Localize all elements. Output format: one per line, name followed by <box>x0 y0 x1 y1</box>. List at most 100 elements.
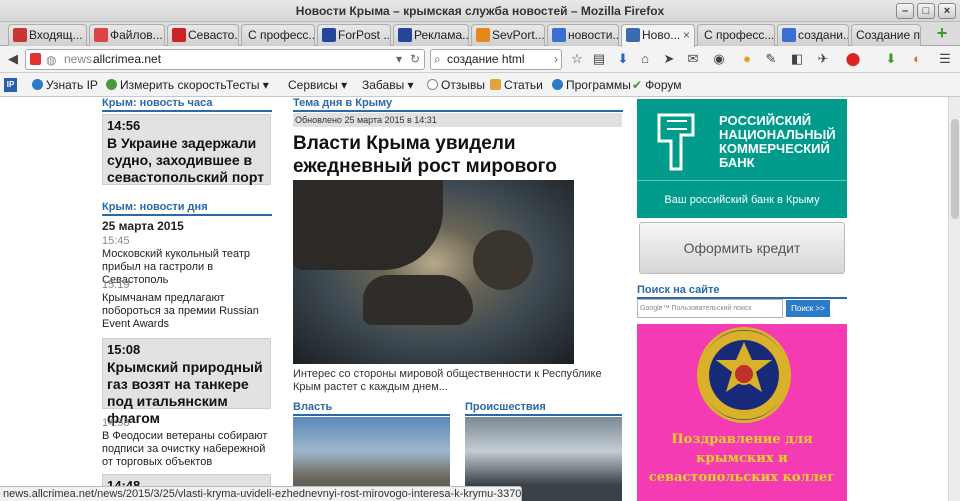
tab-9-active[interactable]: Ново... × <box>621 24 695 47</box>
mail-icon[interactable]: ✉ <box>682 49 704 69</box>
vertical-scrollbar[interactable] <box>948 97 960 501</box>
hour-news-header[interactable]: Крым: новость часа <box>102 97 272 112</box>
bookmarks-icon[interactable]: ▤ <box>588 49 610 69</box>
tab-strip: Входящ... Файлов... Севасто... С професс… <box>0 22 960 47</box>
bank-slogan: Ваш российский банк в Крыму <box>664 194 820 206</box>
tab-3[interactable]: Севасто... <box>167 24 239 46</box>
dropdown-arrow-icon[interactable]: ▾ <box>396 50 402 69</box>
star-icon[interactable]: ☆ <box>566 49 588 69</box>
addon-icon[interactable]: ◧ <box>786 49 808 69</box>
mail-icon <box>13 28 27 42</box>
new-tab-icon[interactable]: + <box>934 24 950 42</box>
tab-1[interactable]: Входящ... <box>8 24 87 46</box>
file-icon <box>94 28 108 42</box>
search-bar[interactable]: ⌕ создание html › <box>430 49 562 70</box>
news-time: 15:19 <box>102 279 130 291</box>
site-icon <box>626 28 640 42</box>
bookmark-fun[interactable]: Забавы ▾ <box>362 77 414 93</box>
addon-icon[interactable]: ✈ <box>812 49 834 69</box>
window-title: Новости Крыма – крымская служба новостей… <box>295 4 665 18</box>
day-news-header[interactable]: Крым: новости дня <box>102 201 272 216</box>
tab-5[interactable]: ForPost ... <box>317 24 391 46</box>
menu-icon[interactable]: ☰ <box>934 49 956 69</box>
highlight-news-time: 15:08 <box>107 342 141 357</box>
news-item[interactable]: Крымчанам предлагают побороться за преми… <box>102 292 272 331</box>
tab-8[interactable]: новости... <box>547 24 619 46</box>
tab-11[interactable]: создани... <box>777 24 849 46</box>
firefox-icon[interactable]: ◐ <box>906 49 928 69</box>
programs-icon <box>552 79 563 90</box>
site-search-input[interactable]: Google™ Пользовательский поиск <box>637 299 783 318</box>
pink-banner[interactable]: Поздравление для крымских и севастопольс… <box>637 324 847 501</box>
addon-icon <box>30 53 41 65</box>
hour-news-box[interactable]: 14:56 В Украине задержали судно, заходив… <box>102 114 271 185</box>
news-item[interactable]: В Феодосии ветераны собирают подписи за … <box>102 430 272 469</box>
article-image[interactable] <box>293 180 574 364</box>
section-power[interactable]: Власть <box>293 401 450 416</box>
tab-12[interactable]: Создание п... <box>851 24 921 46</box>
fox-icon[interactable]: ● <box>736 49 758 69</box>
search-go-icon[interactable]: › <box>554 50 558 69</box>
hour-news-title[interactable]: В Украине задержали судно, заходившее в … <box>107 135 269 186</box>
image-land <box>473 230 533 290</box>
hour-news-time: 14:56 <box>107 118 141 133</box>
back-icon[interactable]: ◀ <box>2 49 24 69</box>
globe-icon: ◍ <box>46 53 57 67</box>
highlight-news-box[interactable]: 15:08 Крымский природный газ возят на та… <box>102 338 271 426</box>
tab-4[interactable]: С професс... <box>241 24 315 46</box>
page-content: Крым: новость часа 14:56 В Украине задер… <box>0 97 948 501</box>
highlight-news-title[interactable]: Крымский природный газ возят на танкере … <box>107 359 269 427</box>
google-icon <box>782 28 796 42</box>
chevron-down-icon: ▾ <box>407 78 414 92</box>
minimize-button[interactable]: – <box>896 3 914 19</box>
updated-info: Обновлено 25 марта 2015 в 14:31 <box>293 113 622 127</box>
reload-icon[interactable]: ↻ <box>410 50 420 69</box>
close-button[interactable]: × <box>938 3 956 19</box>
sevport-icon <box>476 28 490 42</box>
bank-ad[interactable]: РОССИЙСКИЙ НАЦИОНАЛЬНЫЙ КОММЕРЧЕСКИЙ БАН… <box>637 99 847 218</box>
check-icon: ✔ <box>632 78 643 92</box>
url-bar[interactable]: ◍ news. allcrimea.net ▾ ↻ <box>25 49 425 70</box>
bookmark-reviews[interactable]: Отзывы <box>427 77 485 93</box>
bookmark-speed[interactable]: Измерить скорость <box>106 77 227 93</box>
tab-2[interactable]: Файлов... <box>89 24 165 46</box>
section-incidents[interactable]: Происшествия <box>465 401 622 416</box>
article-caption[interactable]: Интерес со стороны мировой общественност… <box>293 368 623 394</box>
site-icon <box>172 28 186 42</box>
news-time: 15:45 <box>102 235 130 247</box>
close-tab-icon[interactable]: × <box>683 25 690 45</box>
tab-10[interactable]: С професс... <box>697 24 775 46</box>
bookmark-articles[interactable]: Статьи <box>490 77 543 93</box>
bookmark-ip[interactable]: Узнать IP <box>32 77 98 93</box>
forpost-icon <box>322 28 336 42</box>
pink-banner-text: Поздравление для крымских и севастопольс… <box>648 432 836 485</box>
chevron-down-icon: ▾ <box>341 78 348 92</box>
home-icon[interactable]: ⌂ <box>634 49 656 69</box>
reviews-icon <box>427 79 438 90</box>
image-land <box>293 180 443 270</box>
navigation-bar: ◀ ◍ news. allcrimea.net ▾ ↻ ⌕ создание h… <box>0 46 960 73</box>
image-land <box>363 275 473 325</box>
tools-icon[interactable]: ✎ <box>760 49 782 69</box>
tab-7[interactable]: SevPort... <box>471 24 545 46</box>
site-search-button[interactable]: Поиск >> <box>786 300 830 317</box>
adblock-icon[interactable]: ⬤ <box>842 49 864 69</box>
bookmark-tests[interactable]: Тесты ▾ <box>226 77 269 93</box>
bookmark-programs[interactable]: Программы <box>552 77 631 93</box>
download-icon[interactable]: ⬇ <box>880 49 902 69</box>
articles-icon <box>490 79 501 90</box>
credit-button[interactable]: Оформить кредит <box>639 222 845 274</box>
scrollbar-thumb[interactable] <box>951 119 959 219</box>
ip-icon[interactable]: IP <box>4 78 17 92</box>
window-titlebar: Новости Крыма – крымская служба новостей… <box>0 0 960 22</box>
send-icon[interactable]: ➤ <box>658 49 680 69</box>
maximize-button[interactable]: □ <box>917 3 935 19</box>
status-bar: news.allcrimea.net/news/2015/3/25/vlasti… <box>0 486 522 501</box>
addon-icon[interactable]: ◉ <box>708 49 730 69</box>
topic-header[interactable]: Тема дня в Крыму <box>293 97 623 112</box>
download-icon[interactable]: ⬇ <box>612 49 634 69</box>
google-icon <box>552 28 566 42</box>
bookmark-forum[interactable]: ✔ Форум <box>632 77 682 93</box>
tab-6[interactable]: Реклама... <box>393 24 469 46</box>
bookmark-services[interactable]: Сервисы ▾ <box>288 77 347 93</box>
